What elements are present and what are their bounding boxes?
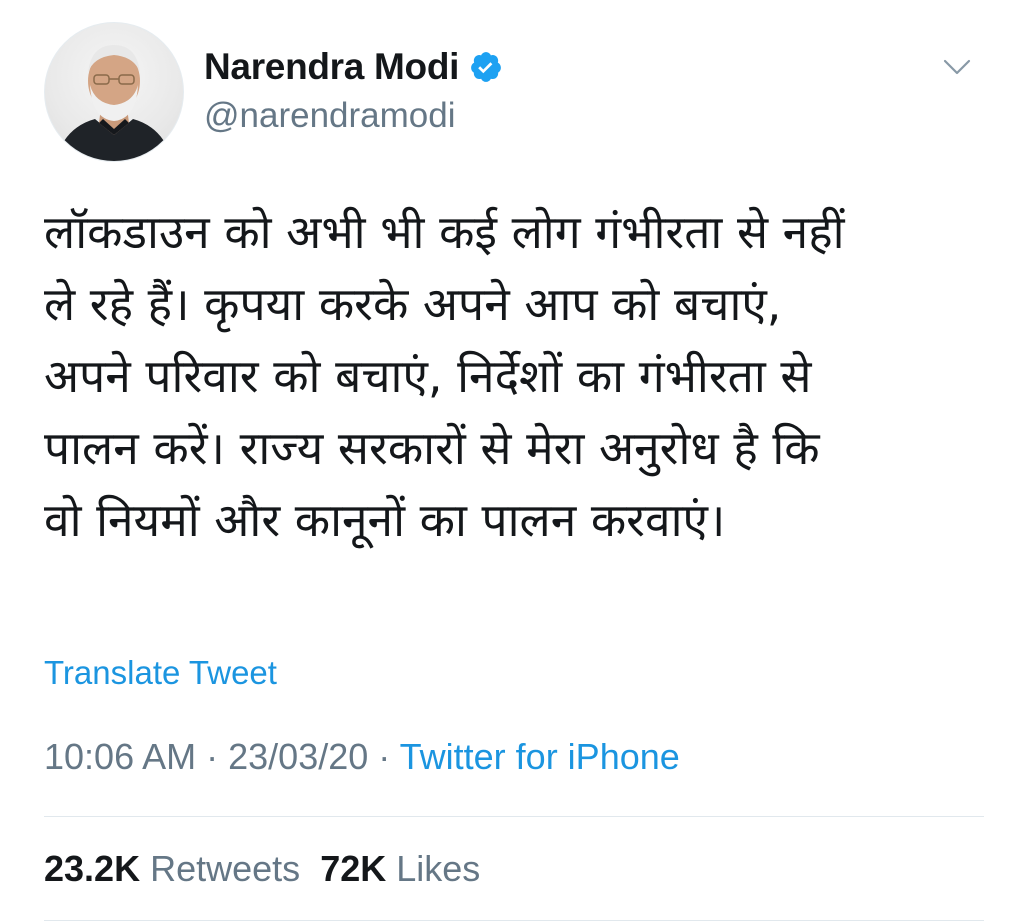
tweet-text-line: लॉकडाउन को अभी भी कई लोग गंभीरता से नहीं bbox=[44, 205, 845, 259]
divider bbox=[44, 816, 984, 817]
meta-separator: · bbox=[378, 736, 391, 777]
tweet-text: लॉकडाउन को अभी भी कई लोग गंभीरता से नहीं… bbox=[44, 196, 994, 556]
name-row: Narendra Modi bbox=[204, 44, 503, 90]
display-name[interactable]: Narendra Modi bbox=[204, 46, 459, 88]
tweet-text-line: अपने परिवार को बचाएं, निर्देशों का गंभीर… bbox=[44, 349, 812, 403]
tweet-date[interactable]: 23/03/20 bbox=[228, 736, 368, 777]
retweets-count: 23.2K bbox=[44, 848, 141, 889]
avatar-portrait bbox=[55, 45, 173, 161]
avatar[interactable] bbox=[44, 22, 184, 162]
meta-separator: · bbox=[206, 736, 219, 777]
retweets-label: Retweets bbox=[150, 848, 301, 889]
tweet-header: Narendra Modi @narendramodi bbox=[44, 22, 994, 162]
retweets-stat[interactable]: 23.2K Retweets bbox=[44, 848, 300, 889]
tweet-text-line: पालन करें। राज्य सरकारों से मेरा अनुरोध … bbox=[44, 421, 820, 475]
likes-stat[interactable]: 72K Likes bbox=[320, 848, 480, 889]
likes-label: Likes bbox=[396, 848, 481, 889]
tweet-meta: 10:06 AM · 23/03/20 · Twitter for iPhone bbox=[44, 736, 680, 778]
user-handle[interactable]: @narendramodi bbox=[204, 96, 456, 136]
likes-count: 72K bbox=[320, 848, 387, 889]
tweet-source-link[interactable]: Twitter for iPhone bbox=[400, 736, 680, 777]
tweet-time[interactable]: 10:06 AM bbox=[44, 736, 196, 777]
tweet-text-line: वो नियमों और कानूनों का पालन करवाएं। bbox=[44, 493, 726, 547]
tweet-text-line: ले रहे हैं। कृपया करके अपने आप को बचाएं, bbox=[44, 277, 782, 331]
translate-tweet-link[interactable]: Translate Tweet bbox=[44, 654, 277, 692]
chevron-down-icon[interactable] bbox=[942, 56, 972, 78]
tweet-stats: 23.2K Retweets 72K Likes bbox=[44, 848, 480, 890]
divider bbox=[44, 920, 984, 921]
verified-badge-icon bbox=[469, 50, 503, 84]
